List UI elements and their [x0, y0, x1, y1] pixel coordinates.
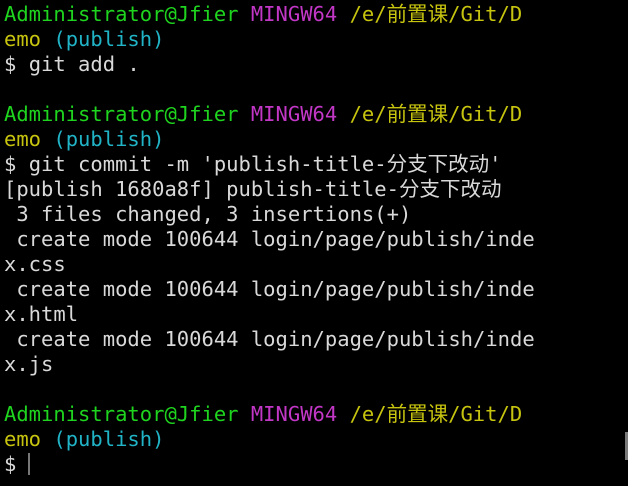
text-cursor: [28, 453, 31, 475]
prompt-line: Administrator@Jfier MINGW64 /e/前置课/Git/D: [4, 402, 628, 427]
prompt-path: /e/前置课/Git/D: [349, 102, 523, 126]
prompt-line: Administrator@Jfier MINGW64 /e/前置课/Git/D: [4, 2, 628, 27]
prompt-user: Administrator@Jfier: [4, 402, 239, 426]
terminal-window[interactable]: Administrator@Jfier MINGW64 /e/前置课/Git/D…: [0, 0, 628, 486]
prompt-path: /e/前置课/Git/D: [349, 2, 523, 26]
prompt-line-wrap: emo (publish): [4, 27, 628, 52]
prompt-line-wrap: emo (publish): [4, 427, 628, 452]
command-text: git add .: [28, 52, 140, 76]
output-file-line: create mode 100644 login/page/publish/in…: [4, 327, 535, 351]
prompt-shell: MINGW64: [250, 2, 338, 26]
output-file-line: create mode 100644 login/page/publish/in…: [4, 277, 535, 301]
active-input-line[interactable]: $: [4, 452, 628, 477]
output-file-line: create mode 100644 login/page/publish/in…: [4, 227, 535, 251]
prompt-branch: (publish): [53, 427, 165, 451]
prompt-path-wrap: emo: [4, 427, 42, 451]
prompt-user: Administrator@Jfier: [4, 102, 239, 126]
command-text: git commit -m 'publish-title-分支下改动': [28, 152, 502, 176]
prompt-symbol: $: [4, 52, 17, 76]
prompt-branch: (publish): [53, 27, 165, 51]
output-file-line-wrap: x.css: [4, 252, 66, 276]
prompt-path-wrap: emo: [4, 27, 42, 51]
prompt-branch: (publish): [53, 127, 165, 151]
prompt-line-wrap: emo (publish): [4, 127, 628, 152]
output-file-line-wrap: x.js: [4, 352, 54, 376]
prompt-user: Administrator@Jfier: [4, 2, 239, 26]
scrollbar-track[interactable]: [624, 0, 628, 486]
prompt-path-wrap: emo: [4, 127, 42, 151]
prompt-symbol: $: [4, 452, 17, 476]
prompt-line: Administrator@Jfier MINGW64 /e/前置课/Git/D: [4, 102, 628, 127]
output-file-line-wrap: x.html: [4, 302, 79, 326]
prompt-symbol: $: [4, 152, 17, 176]
output-commit-line: [publish 1680a8f] publish-title-分支下改动: [4, 177, 502, 201]
prompt-path: /e/前置课/Git/D: [349, 402, 523, 426]
command-line: $ git commit -m 'publish-title-分支下改动': [4, 152, 628, 177]
prompt-shell: MINGW64: [250, 402, 338, 426]
command-line: $ git add .: [4, 52, 628, 77]
output-summary: 3 files changed, 3 insertions(+): [4, 202, 412, 226]
prompt-shell: MINGW64: [250, 102, 338, 126]
